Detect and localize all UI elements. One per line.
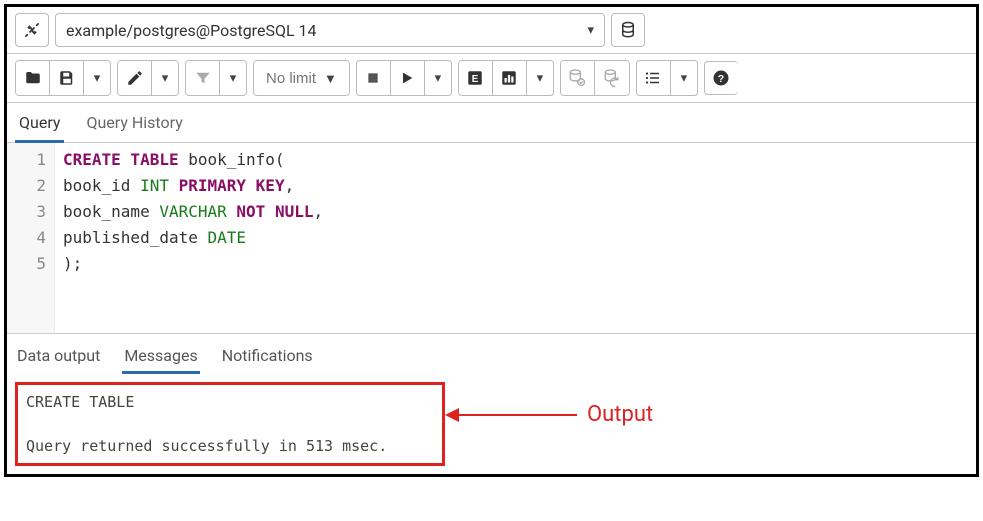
explain-dropdown-btn[interactable]: ▾	[527, 61, 553, 95]
list-icon	[644, 69, 662, 87]
connection-row: example/postgres@PostgreSQL 14 ▾	[7, 7, 976, 54]
sql-text: ,	[313, 202, 323, 221]
limit-group: No limit ▼	[253, 60, 350, 96]
svg-text:E: E	[472, 74, 479, 85]
annotation-label: Output	[587, 402, 653, 427]
database-rollback-icon	[602, 68, 622, 88]
stop-icon	[366, 71, 380, 85]
tab-notifications[interactable]: Notifications	[220, 340, 315, 374]
output-line: Query returned successfully in 513 msec.	[26, 437, 387, 455]
sql-type: INT	[140, 176, 169, 195]
macro-group: ▾	[636, 60, 698, 96]
tab-history[interactable]: Query History	[82, 103, 186, 142]
help-btn[interactable]: ?	[704, 61, 738, 95]
bar-chart-icon	[500, 69, 518, 87]
pencil-icon	[126, 69, 144, 87]
sql-type: DATE	[208, 228, 247, 247]
edit-dropdown-btn[interactable]: ▾	[152, 61, 178, 95]
sql-text: ,	[285, 176, 295, 195]
sql-text: );	[63, 254, 82, 273]
line-num: 3	[7, 199, 46, 225]
play-icon	[399, 70, 415, 86]
output-line: CREATE TABLE	[26, 393, 134, 411]
line-num: 5	[7, 251, 46, 277]
toolbar: ▾ ▾ ▾ No limit ▼	[7, 54, 976, 103]
explain-btn[interactable]: E	[459, 61, 493, 95]
code-area[interactable]: CREATE TABLE book_info( book_id INT PRIM…	[55, 143, 976, 333]
sql-keyword: NOT NULL	[236, 202, 313, 221]
output-tabs: Data output Messages Notifications	[7, 333, 976, 374]
transaction-group	[560, 60, 630, 96]
query-tabs: Query Query History	[7, 103, 976, 143]
tab-messages[interactable]: Messages	[122, 340, 199, 374]
save-dropdown-btn[interactable]: ▾	[84, 61, 110, 95]
filter-icon	[194, 69, 212, 87]
sql-keyword: PRIMARY KEY	[179, 176, 285, 195]
connection-dropdown[interactable]: example/postgres@PostgreSQL 14 ▾	[55, 13, 605, 47]
save-icon	[58, 69, 76, 87]
line-num: 1	[7, 147, 46, 173]
sql-keyword: CREATE TABLE	[63, 150, 179, 169]
annotation-arrow: Output	[447, 402, 653, 427]
line-num: 2	[7, 173, 46, 199]
chevron-down-icon: ▾	[587, 23, 594, 38]
macro-btn[interactable]	[637, 61, 671, 95]
database-commit-icon	[567, 68, 587, 88]
chevron-down-icon: ▾	[94, 70, 101, 86]
sql-text: book_id	[63, 176, 140, 195]
explain-group: E ▾	[458, 60, 554, 96]
edit-group: ▾	[117, 60, 179, 96]
chevron-down-icon: ▾	[435, 70, 442, 86]
messages-output: CREATE TABLE Query returned successfully…	[15, 382, 445, 466]
filter-dropdown-btn[interactable]: ▾	[220, 61, 246, 95]
sql-text: published_date	[63, 228, 208, 247]
sql-text: book_info(	[179, 150, 285, 169]
macro-dropdown-btn[interactable]: ▾	[671, 61, 697, 95]
edit-btn[interactable]	[118, 61, 152, 95]
connection-status-icon-btn[interactable]	[15, 13, 49, 47]
chevron-down-icon: ▾	[230, 70, 237, 86]
explain-analyze-btn[interactable]	[493, 61, 527, 95]
sql-editor[interactable]: 1 2 3 4 5 CREATE TABLE book_info( book_i…	[7, 143, 976, 333]
tab-data-output[interactable]: Data output	[15, 340, 102, 374]
new-connection-btn[interactable]	[611, 13, 645, 47]
arrow-line	[447, 414, 577, 416]
caret-down-icon: ▼	[324, 71, 337, 86]
chevron-down-icon: ▾	[681, 70, 688, 86]
line-gutter: 1 2 3 4 5	[7, 143, 55, 333]
tab-query[interactable]: Query	[15, 103, 64, 143]
save-file-btn[interactable]	[50, 61, 84, 95]
commit-btn[interactable]	[561, 61, 595, 95]
limit-dropdown[interactable]: No limit ▼	[254, 61, 349, 95]
filter-btn[interactable]	[186, 61, 220, 95]
help-icon: ?	[712, 69, 730, 87]
execute-btn[interactable]	[391, 61, 425, 95]
arrow-left-icon	[445, 408, 459, 422]
database-icon	[619, 21, 637, 39]
file-group: ▾	[15, 60, 111, 96]
filter-group: ▾	[185, 60, 247, 96]
plug-disconnected-icon	[22, 20, 42, 40]
output-body: CREATE TABLE Query returned successfully…	[7, 374, 976, 474]
chevron-down-icon: ▾	[537, 70, 544, 86]
rollback-btn[interactable]	[595, 61, 629, 95]
folder-icon	[24, 69, 42, 87]
line-num: 4	[7, 225, 46, 251]
open-file-btn[interactable]	[16, 61, 50, 95]
sql-type: VARCHAR	[159, 202, 226, 221]
chevron-down-icon: ▾	[162, 70, 169, 86]
explain-icon: E	[466, 69, 484, 87]
run-group: ▾	[356, 60, 452, 96]
stop-btn[interactable]	[357, 61, 391, 95]
limit-label: No limit	[266, 70, 316, 87]
pgadmin-window: example/postgres@PostgreSQL 14 ▾ ▾ ▾	[4, 4, 979, 477]
svg-text:?: ?	[718, 73, 724, 85]
execute-dropdown-btn[interactable]: ▾	[425, 61, 451, 95]
connection-label: example/postgres@PostgreSQL 14	[66, 21, 317, 40]
sql-text: book_name	[63, 202, 159, 221]
